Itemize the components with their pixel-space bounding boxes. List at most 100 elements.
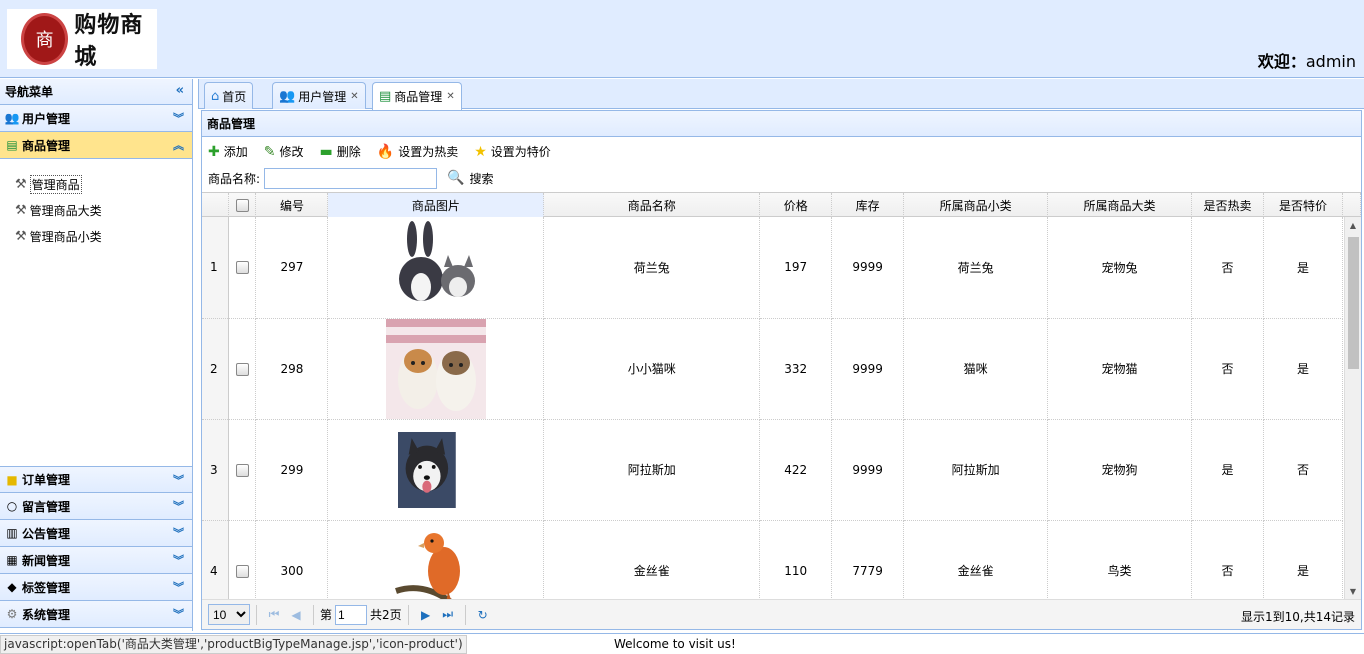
products-submenu: ⚒ 管理商品 ⚒ 管理商品大类 ⚒ 管理商品小类 (0, 159, 192, 466)
sidebar-item-manage-small-types[interactable]: ⚒ 管理商品小类 (0, 223, 192, 249)
status-message: Welcome to visit us! (614, 637, 736, 651)
chevron-down-icon[interactable]: ︾ (173, 110, 184, 126)
sidebar-group-products[interactable]: ▤ 商品管理 ︽ (0, 132, 192, 159)
set-special-label: 设置为特价 (490, 145, 551, 159)
sidebar-group-label: 留言管理 (22, 499, 71, 514)
edit-button[interactable]: ✎ 修改 (264, 143, 304, 160)
vertical-scrollbar[interactable]: ▲ ▼ (1344, 217, 1361, 599)
cell-special: 是 (1263, 520, 1344, 599)
fire-icon: 🔥 (376, 143, 395, 160)
col-header-image[interactable]: 商品图片 (327, 193, 545, 217)
add-button[interactable]: ✚ 添加 (208, 143, 248, 160)
scroll-up-icon[interactable]: ▲ (1345, 217, 1361, 234)
toolbar: ✚ 添加 ✎ 修改 ▬ 删除 🔥 设置为热卖 ★ 设置为特价 (202, 137, 1361, 166)
page-number-input[interactable] (335, 604, 368, 625)
chevron-down-icon[interactable]: ︾ (173, 472, 184, 488)
tab-product-management[interactable]: ▤ 商品管理 ✕ (372, 82, 462, 110)
chevron-down-icon[interactable]: ︾ (173, 525, 184, 541)
rownum-header (202, 193, 230, 217)
page-size-select[interactable]: 10 (208, 604, 250, 625)
search-button[interactable]: 🔍 搜索 (447, 170, 493, 187)
close-icon[interactable]: ✕ (350, 91, 358, 102)
nav-menu-title: 导航菜单 « (0, 79, 192, 105)
col-header-hot[interactable]: 是否热卖 (1191, 193, 1264, 217)
chevron-down-icon[interactable]: ︾ (173, 498, 184, 514)
row-checkbox[interactable] (235, 261, 249, 275)
cell-price: 110 (759, 520, 833, 599)
chevron-down-icon[interactable]: ︾ (173, 606, 184, 622)
table-row[interactable]: 4 300 金丝雀 110 7779 金丝雀 鸟类 否 是 (202, 520, 1344, 599)
row-checkbox[interactable] (235, 564, 249, 578)
cell-hot: 否 (1191, 520, 1264, 599)
next-page-icon[interactable]: ▶ (415, 608, 437, 622)
col-header-big-type[interactable]: 所属商品大类 (1047, 193, 1192, 217)
canary-photo (385, 520, 486, 599)
sidebar-item-label: 管理商品大类 (29, 203, 102, 218)
col-header-id[interactable]: 编号 (255, 193, 329, 217)
table-row[interactable]: 3 299 阿拉斯加 422 9999 阿拉斯加 宠物狗 是 否 (202, 419, 1344, 521)
sidebar-item-manage-big-types[interactable]: ⚒ 管理商品大类 (0, 197, 192, 223)
main-area: ⌂ 首页 👥 用户管理 ✕ ▤ 商品管理 ✕ 商品管理 ✚ 添加 ✎ 修改 ▬ (198, 79, 1364, 631)
sidebar-item-manage-products[interactable]: ⚒ 管理商品 (0, 171, 192, 197)
page-total: 共2页 (370, 608, 402, 622)
cell-image (327, 217, 545, 319)
product-grid: 编号 商品图片 商品名称 价格 库存 所属商品小类 所属商品大类 是否热卖 是否… (202, 192, 1361, 599)
cell-special: 否 (1263, 419, 1344, 521)
row-checkbox[interactable] (235, 362, 249, 376)
product-name-input[interactable] (264, 167, 438, 189)
cell-name: 小小猫咪 (543, 318, 761, 420)
logo: 商 购物商城 (7, 9, 157, 70)
sidebar-group-news[interactable]: ▦ 新闻管理 ︾ (0, 547, 192, 574)
husky-photo (397, 431, 456, 508)
sidebar-group-notices[interactable]: ▥ 公告管理 ︾ (0, 520, 192, 547)
last-page-icon[interactable]: ⏭ (437, 607, 459, 622)
set-hot-button[interactable]: 🔥 设置为热卖 (377, 143, 458, 160)
col-header-price[interactable]: 价格 (759, 193, 833, 217)
tab-user-management[interactable]: 👥 用户管理 ✕ (272, 82, 366, 109)
select-all-checkbox[interactable] (235, 199, 249, 212)
row-number: 4 (202, 520, 230, 599)
chevron-up-icon[interactable]: ︽ (173, 137, 184, 153)
col-header-stock[interactable]: 库存 (831, 193, 905, 217)
users-icon: 👥 (4, 111, 20, 125)
delete-button[interactable]: ▬ 删除 (320, 143, 361, 160)
status-url: javascript:openTab('商品大类管理','productBigT… (0, 635, 467, 654)
refresh-icon[interactable]: ↻ (472, 608, 494, 622)
cell-hot: 否 (1191, 217, 1264, 319)
sidebar-group-messages[interactable]: ○ 留言管理 ︾ (0, 493, 192, 520)
speech-bubble-icon: ○ (6, 499, 18, 513)
tools-icon: ⚒ (15, 202, 27, 218)
sidebar-group-label: 订单管理 (22, 473, 71, 487)
set-special-button[interactable]: ★ 设置为特价 (474, 143, 551, 160)
sidebar-group-orders[interactable]: ■ 订单管理 ︾ (0, 466, 192, 493)
col-header-name[interactable]: 商品名称 (543, 193, 761, 217)
collapse-sidebar-icon[interactable]: « (176, 83, 184, 98)
row-number: 3 (202, 419, 230, 521)
table-row[interactable]: 2 298 小小猫咪 332 9999 猫咪 宠物猫 否 是 (202, 318, 1344, 420)
col-header-small-type[interactable]: 所属商品小类 (903, 193, 1049, 217)
sidebar-group-tags[interactable]: ◆ 标签管理 ︾ (0, 574, 192, 601)
chevron-down-icon[interactable]: ︾ (173, 552, 184, 568)
logo-seal-icon: 商 (21, 13, 69, 65)
scroll-thumb[interactable] (1348, 237, 1359, 369)
sidebar-group-users[interactable]: 👥 用户管理 ︾ (0, 105, 192, 132)
cell-image (327, 419, 545, 521)
tab-label: 用户管理 (298, 89, 347, 104)
table-row[interactable]: 1 297 荷兰兔 197 9999 荷兰兔 宠物兔 否 是 (202, 217, 1344, 319)
nav-menu-title-label: 导航菜单 (5, 85, 54, 99)
folder-icon: ■ (6, 472, 18, 487)
tag-icon: ◆ (7, 580, 17, 594)
chevron-down-icon[interactable]: ︾ (173, 579, 184, 595)
prev-page-icon[interactable]: ◀ (285, 608, 307, 622)
scroll-down-icon[interactable]: ▼ (1345, 583, 1361, 599)
row-checkbox[interactable] (235, 463, 249, 477)
cell-stock: 9999 (831, 419, 905, 521)
tab-home[interactable]: ⌂ 首页 (204, 82, 254, 109)
newspaper-icon: ▦ (6, 553, 18, 567)
cell-price: 197 (759, 217, 833, 319)
close-icon[interactable]: ✕ (446, 91, 454, 102)
brand-name: 购物商城 (74, 12, 144, 70)
col-header-special[interactable]: 是否特价 (1263, 193, 1343, 217)
sidebar-group-system[interactable]: ⚙ 系统管理 ︾ (0, 601, 192, 628)
first-page-icon[interactable]: ⏮ (263, 607, 285, 622)
